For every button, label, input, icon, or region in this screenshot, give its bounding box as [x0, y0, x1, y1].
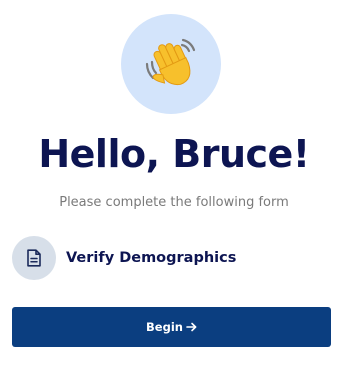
greeting-avatar: [121, 14, 221, 114]
begin-button-label: Begin: [146, 320, 183, 334]
task-item-verify-demographics[interactable]: Verify Demographics: [12, 235, 236, 281]
begin-button[interactable]: Begin: [12, 307, 331, 347]
page-title: Hello, Bruce!: [38, 132, 310, 176]
page-subtitle: Please complete the following form: [59, 195, 289, 210]
waving-hand-icon: [145, 38, 196, 86]
document-icon: [27, 249, 41, 267]
arrow-right-icon: [186, 322, 197, 332]
task-label: Verify Demographics: [66, 250, 237, 266]
task-icon-badge: [12, 236, 56, 280]
